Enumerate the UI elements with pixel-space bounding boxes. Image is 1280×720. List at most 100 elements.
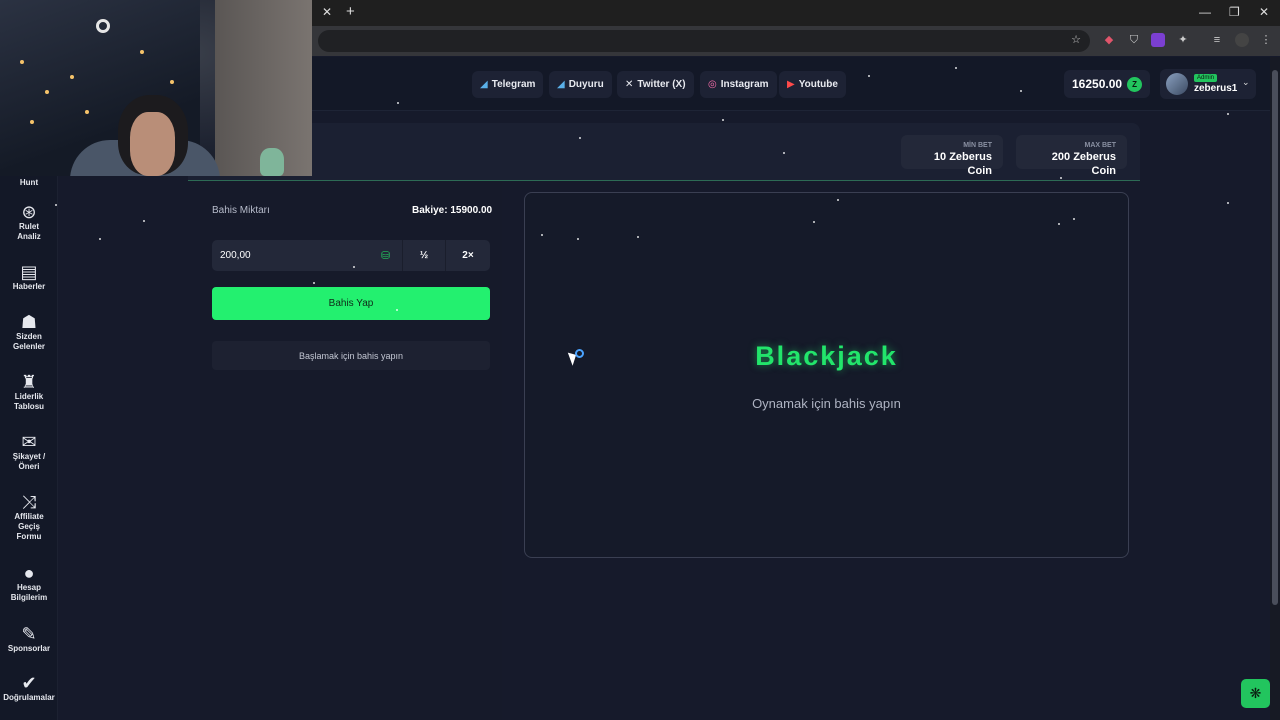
address-bar[interactable] [318,30,1090,52]
edit-icon: ✎ [21,624,37,644]
webcam-overlay [0,0,312,176]
city-light [30,120,34,124]
max-bet-value: 200 Zeberus Coin [1051,151,1116,177]
game-title: Blackjack [755,341,898,371]
min-bet-box: MİN BET 10 Zeberus Coin [901,135,1003,177]
star-dot [1058,223,1060,225]
sidebar-item-sizden-gelenler[interactable]: ☗ Sizden Gelenler [0,312,58,352]
star-dot [353,266,355,268]
star-dot [1060,177,1062,179]
city-light [20,60,24,64]
sidebar-item-dogrulamalar[interactable]: ✔ Doğrulamalar [0,673,58,703]
youtube-icon: ▶ [787,79,795,90]
star-dot [637,236,639,238]
new-tab-icon[interactable]: + [346,3,355,20]
double-bet-button[interactable]: 2× [445,240,490,271]
star-dot [1227,202,1229,204]
extension-icon[interactable] [1151,33,1165,47]
telegram-link[interactable]: ◢ Telegram [472,71,544,98]
star-dot [577,238,579,240]
star-dot [722,119,724,121]
sidebar-item-rulet-analiz[interactable]: ⊛ Rulet Analiz [0,202,58,242]
city-light [140,50,144,54]
link-label: Instagram [720,79,769,90]
avatar [1166,73,1188,95]
profile-icon[interactable] [1235,33,1249,47]
sidebar-item-sikayet-oneri[interactable]: ✉ Şikayet / Öneri [0,432,58,472]
sidebar-item-label: Doğrulamalar [3,693,55,702]
place-bet-button[interactable]: Bahis Yap [212,287,490,320]
bet-amount-label: Bahis Miktarı [212,205,270,216]
star-dot [99,238,101,240]
star-dot [541,234,543,236]
star-dot [955,67,957,69]
news-icon: ▤ [20,262,38,282]
scrollbar-thumb[interactable] [1272,70,1278,605]
max-bet-label: MAX BET [1084,142,1117,149]
chevron-down-icon: ⌄ [1242,77,1250,87]
sidebar-item-sponsorlar[interactable]: ✎ Sponsorlar [0,624,58,654]
city-light [70,75,74,79]
sidebar-item-label: Şikayet / Öneri [12,452,46,471]
sidebar-item-label: Hunt [19,178,39,187]
star-dot [837,199,839,201]
trophy-icon: ♜ [20,372,38,392]
maximize-icon[interactable]: ❐ [1229,5,1240,19]
star-dot [396,309,398,311]
youtube-link[interactable]: ▶ Youtube [779,71,846,98]
minimize-icon[interactable]: — [1199,5,1211,19]
sidebar-item-affiliate[interactable]: ⤨ Affiliate Geçiş Formu [0,492,58,542]
chat-widget-button[interactable]: ❋ [1241,679,1270,708]
instagram-icon: ◎ [708,79,717,90]
user-menu[interactable]: Admin zeberus1 ⌄ [1160,69,1256,99]
ring-light [96,19,110,33]
sidebar-item-label: Sizden Gelenler [12,332,45,351]
sidebar-item-hunt[interactable]: Hunt [0,178,58,188]
link-label: Telegram [491,79,536,90]
webcam-toy [260,148,284,176]
bet-amount-input[interactable] [212,240,402,271]
close-window-icon[interactable]: ✕ [1259,5,1269,19]
feedback-icon: ✉ [21,432,37,452]
duyuru-link[interactable]: ◢ Duyuru [549,71,612,98]
puzzle-icon[interactable]: ✦ [1176,33,1190,47]
city-light [45,90,49,94]
sidebar-item-label: Hesap Bilgilerim [10,583,48,602]
user-icon: ● [23,563,35,583]
twitter-link[interactable]: ✕ Twitter (X) [617,71,694,98]
star-dot [397,102,399,104]
close-tab-icon[interactable]: ✕ [322,5,332,19]
sidebar-item-liderlik-tablosu[interactable]: ♜ Liderlik Tablosu [0,372,58,412]
sidebar-item-hesap-bilgilerim[interactable]: ● Hesap Bilgilerim [0,563,58,603]
min-bet-value: 10 Zeberus Coin [933,151,992,177]
half-bet-button[interactable]: ½ [402,240,445,271]
role-badge: Admin [1194,74,1218,82]
verified-icon: ✔ [21,673,37,693]
balance-amount: 16250.00 [1072,77,1123,91]
city-light [85,110,89,114]
coin-icon: Z [1127,76,1143,92]
max-bet-box: MAX BET 200 Zeberus Coin [1016,135,1127,177]
star-dot [1227,113,1229,115]
link-label: Youtube [798,79,838,90]
menu-icon[interactable]: ⋮ [1259,33,1273,47]
users-icon: ☗ [20,312,38,332]
instagram-link[interactable]: ◎ Instagram [700,71,777,98]
star-dot [868,75,870,77]
webcam-person-face [130,112,175,176]
loading-spinner-icon [575,349,584,358]
star-dot [813,221,815,223]
telegram-icon: ◢ [480,79,488,90]
star-dot [143,220,145,222]
roulette-icon: ⊛ [21,202,37,222]
media-icon[interactable]: ≡ [1210,33,1224,47]
wallet-balance[interactable]: 16250.00 Z [1064,70,1150,98]
bookmark-star-icon[interactable]: ☆ [1069,33,1083,47]
game-table [524,192,1129,558]
sidebar-item-haberler[interactable]: ▤ Haberler [0,262,58,292]
shield-icon[interactable]: ⛉ [1127,33,1141,47]
sidebar-item-label: Liderlik Tablosu [13,392,45,411]
x-icon: ✕ [625,79,634,90]
shuffle-icon: ⤨ [21,492,37,512]
extension-icon[interactable]: ◆ [1102,33,1116,47]
